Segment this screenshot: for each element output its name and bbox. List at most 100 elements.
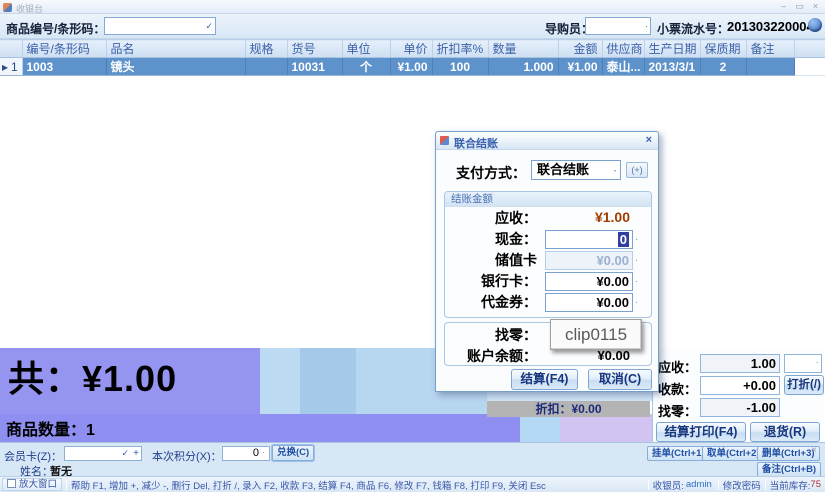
- item-count-value: 1: [86, 422, 95, 439]
- cell-remark[interactable]: [746, 58, 794, 76]
- cell-code[interactable]: 1003: [22, 58, 106, 76]
- hold-order-button[interactable]: 挂单(Ctrl+1): [647, 446, 710, 461]
- cell-proddate[interactable]: 2013/3/1: [644, 58, 700, 76]
- total-label: 共：: [8, 358, 82, 399]
- dropdown-dot-icon[interactable]: ·: [635, 234, 638, 245]
- note-button[interactable]: 备注(Ctrl+B): [757, 462, 821, 477]
- cell-shelflife[interactable]: 2: [700, 58, 746, 76]
- col-proddate: 生产日期: [644, 40, 700, 58]
- cash-row: 现金： 0 ·: [445, 229, 651, 249]
- cash-input[interactable]: 0: [545, 230, 633, 249]
- due-label: 应收：: [658, 357, 697, 376]
- guide-input[interactable]: ·: [585, 17, 651, 35]
- total-value: ¥1.00: [82, 358, 177, 399]
- change-password-link[interactable]: 修改密码: [723, 478, 761, 492]
- dropdown-dot-icon[interactable]: ·: [816, 357, 819, 368]
- shortcut-help-text: 帮助 F1, 增加 +, 减少 -, 删行 Del, 打折 /, 录入 F2, …: [71, 478, 546, 492]
- plus-icon[interactable]: +: [133, 448, 139, 459]
- group-title: 结账金额: [445, 192, 651, 207]
- product-code-input[interactable]: ✓: [104, 17, 216, 35]
- bottom-bar: 会员卡(Z)： ✓ + 本次积分(X)： 0 · 兑换(C) 挂单(Ctrl+1…: [0, 442, 825, 491]
- col-discount: 折扣率%: [432, 40, 488, 58]
- window-titlebar: 收银台 – ▭ ×: [0, 0, 825, 14]
- status-bar: 放大窗口 帮助 F1, 增加 +, 减少 -, 删行 Del, 打折 /, 录入…: [0, 476, 825, 492]
- points-label: 本次积分(X)：: [152, 448, 222, 464]
- member-card-input[interactable]: ✓ +: [64, 446, 142, 461]
- settle-button[interactable]: 结算(F4): [511, 369, 578, 390]
- payment-type-select[interactable]: ·: [784, 354, 822, 373]
- dropdown-dot-icon[interactable]: ·: [635, 297, 638, 308]
- table-row[interactable]: ▸1 1003 镜头 10031 个 ¥1.00 100 1.000 ¥1.00…: [0, 58, 825, 76]
- cell-unit[interactable]: 个: [342, 58, 390, 76]
- dialog-icon: [440, 136, 449, 145]
- delete-order-button[interactable]: 删单(Ctrl+3): [757, 446, 820, 461]
- cell-name[interactable]: 镜头: [106, 58, 245, 76]
- cash-label: 现金：: [445, 229, 537, 249]
- minimize-icon[interactable]: –: [778, 1, 789, 12]
- dropdown-dot-icon[interactable]: ·: [614, 163, 617, 181]
- add-payment-button[interactable]: (+): [626, 162, 648, 178]
- cashier-label: 收银员:: [653, 478, 684, 492]
- dropdown-dot-icon[interactable]: ·: [645, 21, 648, 31]
- receipt-number: 201303220004: [727, 19, 814, 34]
- voucher-label: 代金券：: [445, 292, 537, 312]
- dropdown-dot-icon[interactable]: ·: [635, 276, 638, 287]
- dropdown-dot-icon[interactable]: ·: [262, 447, 265, 457]
- settle-print-button[interactable]: 结算打印(F4): [656, 422, 746, 442]
- cell-spec[interactable]: [245, 58, 287, 76]
- cell-itemno[interactable]: 10031: [287, 58, 342, 76]
- row-selector-cell[interactable]: ▸1: [0, 58, 22, 76]
- cash-value: 0: [618, 232, 629, 247]
- received-amount-input[interactable]: +0.00: [700, 376, 780, 395]
- close-icon[interactable]: ×: [810, 1, 821, 12]
- check-icon[interactable]: ✓: [121, 448, 129, 459]
- return-goods-button[interactable]: 退货(R): [750, 422, 820, 442]
- dropdown-dot-icon: ·: [635, 255, 638, 266]
- discount-button[interactable]: 打折(/): [784, 375, 824, 395]
- cell-supplier[interactable]: 泰山...: [602, 58, 644, 76]
- cell-qty[interactable]: 1.000: [488, 58, 558, 76]
- due-amount-field: 1.00: [700, 354, 780, 373]
- discount-value: ¥0.00: [571, 402, 601, 416]
- stored-card-label: 储值卡: [445, 250, 537, 270]
- stored-card-input: ¥0.00: [545, 251, 633, 270]
- col-remark: 备注: [746, 40, 794, 58]
- dialog-close-icon[interactable]: ×: [646, 134, 652, 146]
- change-amount-field: -1.00: [700, 398, 780, 417]
- maximize-icon[interactable]: ▭: [794, 1, 805, 12]
- redeem-button[interactable]: 兑换(C): [272, 445, 314, 461]
- member-card-label: 会员卡(Z)：: [4, 448, 62, 464]
- cell-filler: [794, 58, 825, 76]
- band-lavender-block: [560, 414, 652, 442]
- checkbox-icon[interactable]: [7, 479, 16, 488]
- settlement-dialog: 联合结账 × 支付方式： 联合结账 · (+) 结账金额 应收： ¥1.00 现…: [435, 131, 659, 392]
- panel-close-icon[interactable]: ×: [811, 445, 817, 456]
- separator: [765, 480, 766, 490]
- retrieve-order-button[interactable]: 取单(Ctrl+2): [702, 446, 765, 461]
- brand-icon[interactable]: [808, 18, 822, 32]
- cancel-button[interactable]: 取消(C): [588, 369, 652, 390]
- payment-method-select[interactable]: 联合结账 ·: [531, 160, 621, 180]
- voucher-input[interactable]: ¥0.00: [545, 293, 633, 312]
- balance-label: 账户余额：: [445, 346, 537, 366]
- cell-price[interactable]: ¥1.00: [390, 58, 432, 76]
- col-shelflife: 保质期: [700, 40, 746, 58]
- item-count: 商品数量：1: [6, 416, 95, 440]
- row-number: 1: [11, 60, 18, 74]
- dialog-due-value: ¥1.00: [545, 209, 633, 228]
- cell-discount[interactable]: 100: [432, 58, 488, 76]
- items-grid: 编号/条形码 品名 规格 货号 单位 单价 折扣率% 数量 金额 供应商 生产日…: [0, 39, 825, 76]
- payment-method-value: 联合结账: [537, 162, 589, 177]
- bank-card-input[interactable]: ¥0.00: [545, 272, 633, 291]
- zoom-window-toggle[interactable]: 放大窗口: [2, 478, 62, 491]
- total-amount: 共：¥1.00: [8, 350, 177, 402]
- voucher-row: 代金券： ¥0.00 ·: [445, 292, 651, 312]
- band-blue-block-2: [300, 348, 356, 414]
- dialog-change-label: 找零：: [445, 325, 537, 345]
- product-code-label: 商品编号/条形码：: [6, 20, 105, 37]
- toolbar: 商品编号/条形码： ✓ 导购员： · 小票流水号： 201303220004: [0, 14, 825, 39]
- band-blue-block-1: [260, 348, 300, 414]
- payment-method-label: 支付方式：: [456, 163, 526, 183]
- cell-amount[interactable]: ¥1.00: [558, 58, 602, 76]
- check-icon[interactable]: ✓: [205, 21, 213, 32]
